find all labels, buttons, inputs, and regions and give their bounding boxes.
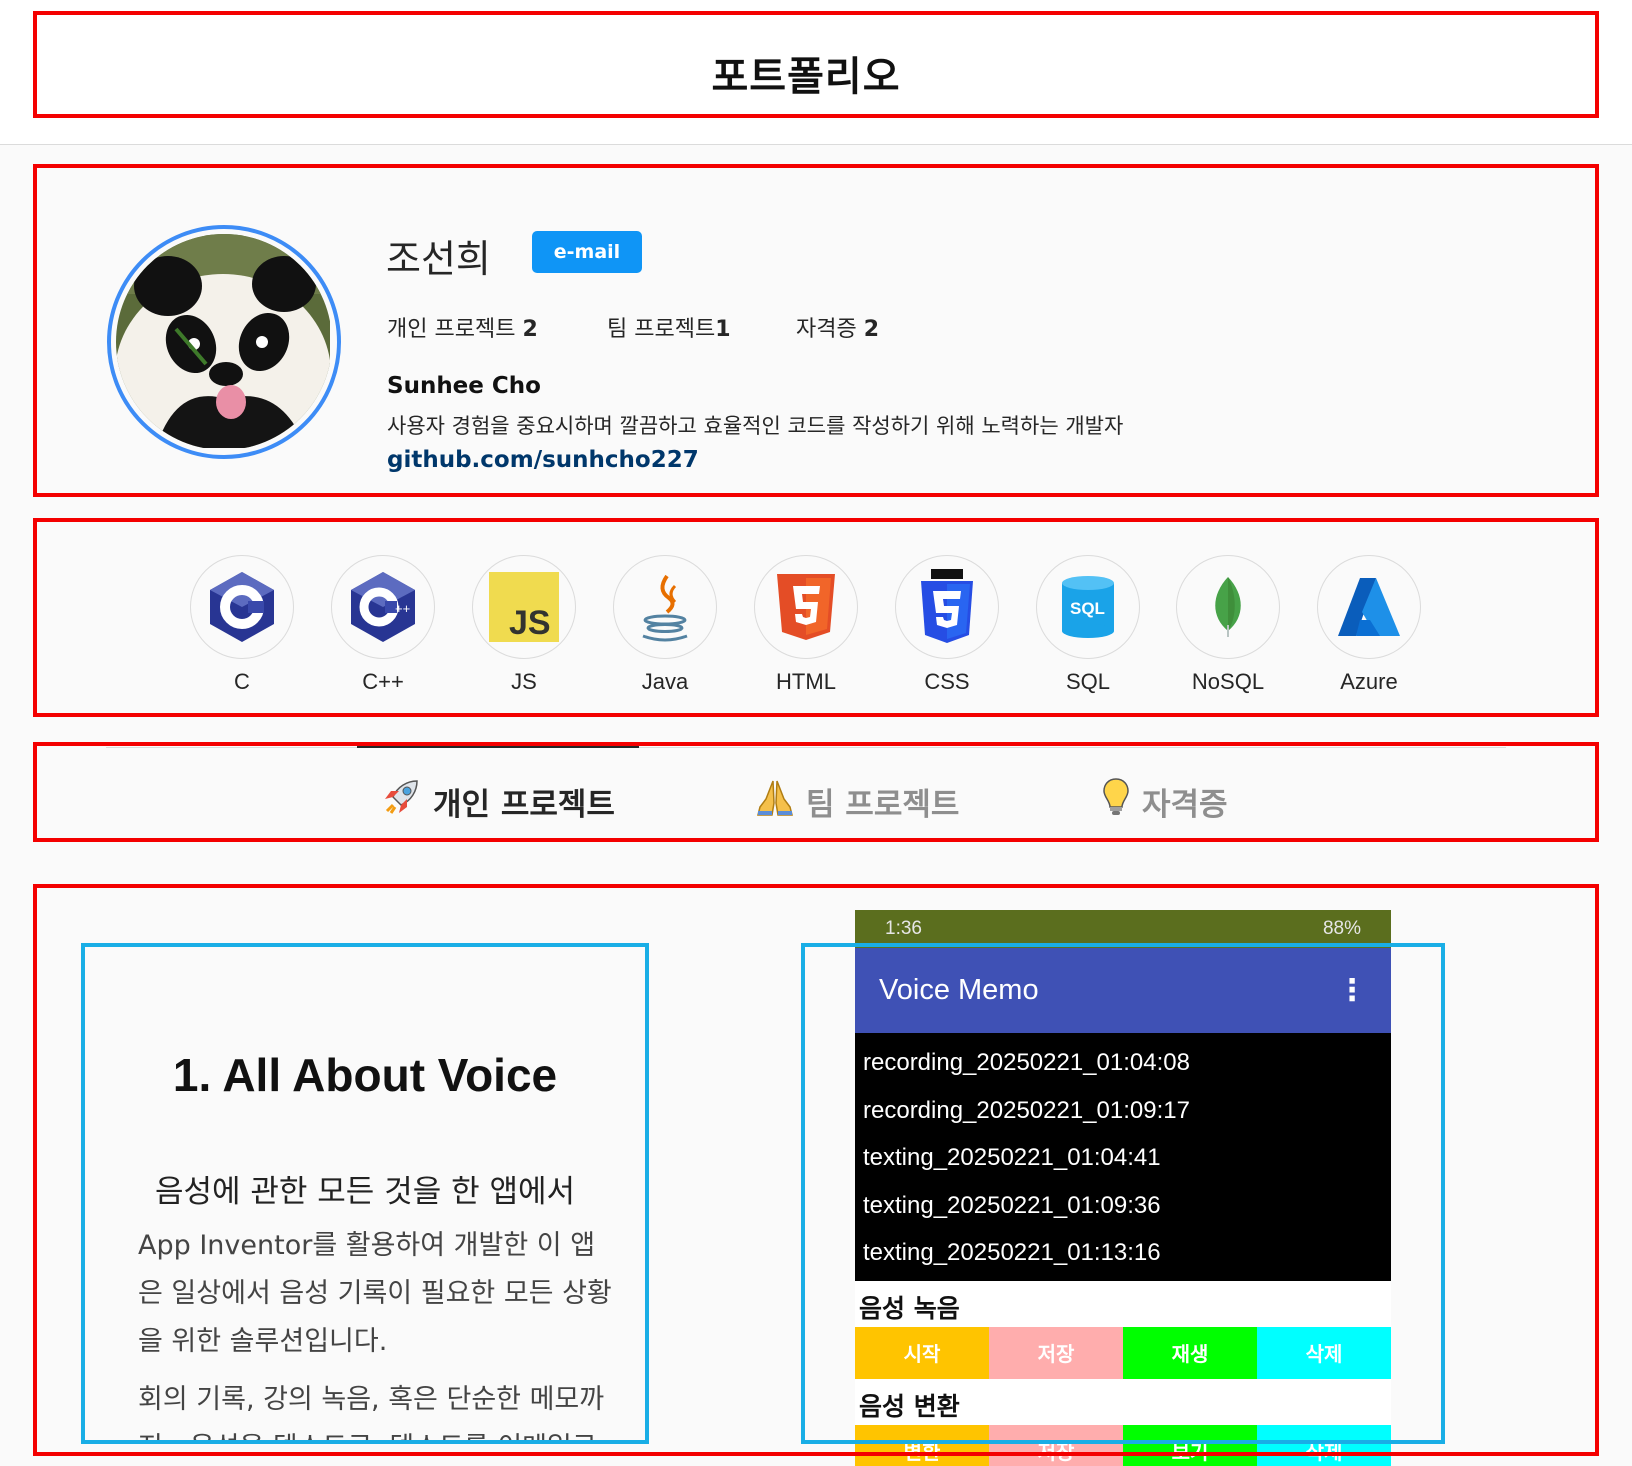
delete-button: 삭제 xyxy=(1257,1424,1391,1466)
tab-divider xyxy=(106,747,1506,748)
project-title: 1. All About Voice xyxy=(172,1049,558,1101)
skill-label: CSS xyxy=(924,669,970,694)
folded-hands-icon xyxy=(756,777,794,825)
skill-css[interactable]: CSS xyxy=(895,555,999,695)
tab-personal-projects[interactable]: 개인 프로젝트 xyxy=(381,777,615,825)
project-description: App Inventor를 활용하여 개발한 이 앱은 일상에서 음성 기록이 … xyxy=(138,1222,618,1442)
java-icon xyxy=(613,555,717,659)
stat-certificates[interactable]: 자격증 2 xyxy=(796,311,879,343)
section-label: 음성 변환 xyxy=(859,1391,960,1421)
skill-label: HTML xyxy=(776,669,836,694)
memo-list: recording_20250221_01:04:08 recording_20… xyxy=(855,1033,1391,1281)
skill-azure[interactable]: Azure xyxy=(1317,555,1421,695)
skill-sql[interactable]: SQL SQL xyxy=(1036,555,1140,695)
svg-text:JS: JS xyxy=(509,604,551,642)
azure-icon xyxy=(1317,555,1421,659)
status-time: 1:36 xyxy=(885,918,922,939)
tab-label: 팀 프로젝트 xyxy=(806,786,960,823)
recording-button-row: 시작 저장 재생 삭제 xyxy=(855,1326,1391,1379)
skill-java[interactable]: Java xyxy=(613,555,717,695)
stat-label: 팀 프로젝트 xyxy=(607,317,716,342)
light-bulb-icon xyxy=(1102,777,1130,825)
app-title: Voice Memo xyxy=(879,974,1039,1006)
svg-text:++: ++ xyxy=(395,601,410,616)
skill-label: JS xyxy=(511,669,537,694)
view-button: 보기 xyxy=(1123,1424,1257,1466)
c-language-icon xyxy=(190,555,294,659)
sql-database-icon: SQL xyxy=(1036,555,1140,659)
tab-label: 개인 프로젝트 xyxy=(433,786,615,823)
tab-active-indicator xyxy=(357,746,639,748)
css3-icon xyxy=(895,555,999,659)
avatar[interactable] xyxy=(107,225,341,459)
list-item: texting_20250221_01:09:36 xyxy=(863,1191,1161,1219)
list-item: texting_20250221_01:13:16 xyxy=(863,1239,1161,1266)
skill-cpp[interactable]: ++ C++ xyxy=(331,555,435,695)
skill-nosql[interactable]: NoSQL xyxy=(1176,555,1280,695)
status-battery: 88% xyxy=(1322,918,1361,939)
tab-label: 자격증 xyxy=(1142,786,1228,823)
profile-full-name: Sunhee Cho xyxy=(387,373,541,399)
project-screenshot: 1:36 88% Voice Memo ⋮ recording_20250221… xyxy=(855,910,1391,1466)
html5-icon xyxy=(754,555,858,659)
skill-label: SQL xyxy=(1065,669,1111,694)
skill-js[interactable]: JS JS xyxy=(472,555,576,695)
list-item: recording_20250221_01:04:08 xyxy=(863,1049,1190,1076)
rocket-icon xyxy=(381,777,421,825)
skill-html[interactable]: HTML xyxy=(754,555,858,695)
skill-label: C++ xyxy=(362,669,404,694)
skill-label: Java xyxy=(641,669,689,694)
panda-photo xyxy=(116,234,332,450)
description-paragraph: App Inventor를 활용하여 개발한 이 앱은 일상에서 음성 기록이 … xyxy=(138,1230,612,1357)
description-paragraph: 회의 기록, 강의 녹음, 혹은 단순한 메모까지 - 음성을 텍스트로, 텍스… xyxy=(138,1384,605,1442)
svg-text:SQL: SQL xyxy=(1070,599,1105,618)
stat-value: 2 xyxy=(863,317,880,342)
save-button: 저장 xyxy=(989,1326,1123,1379)
page-title: 포트폴리오 xyxy=(711,54,901,100)
delete-button: 삭제 xyxy=(1257,1326,1391,1379)
skill-label: C xyxy=(234,669,250,694)
project-subtitle: 음성에 관한 모든 것을 한 앱에서 xyxy=(154,1174,576,1210)
stat-value: 1 xyxy=(715,317,731,342)
profile-bio: 사용자 경험을 중요시하며 깔끔하고 효율적인 코드를 작성하기 위해 노력하는… xyxy=(387,414,1124,438)
app-bar: Voice Memo ⋮ xyxy=(855,948,1391,1033)
javascript-icon: JS xyxy=(472,555,576,659)
stat-label: 개인 프로젝트 xyxy=(387,317,523,342)
cpp-language-icon: ++ xyxy=(331,555,435,659)
list-item: recording_20250221_01:09:17 xyxy=(863,1096,1190,1124)
save-button: 저장 xyxy=(989,1424,1123,1466)
mongodb-leaf-icon xyxy=(1176,555,1280,659)
play-button: 재생 xyxy=(1123,1326,1257,1379)
start-button: 시작 xyxy=(855,1326,989,1379)
convert-button: 변환 xyxy=(855,1424,989,1466)
stat-value: 2 xyxy=(522,317,538,342)
stat-label: 자격증 xyxy=(796,317,864,342)
stat-personal-projects[interactable]: 개인 프로젝트 2 xyxy=(387,311,538,343)
project-description-card: 1. All About Voice 음성에 관한 모든 것을 한 앱에서 Ap… xyxy=(86,948,644,1442)
list-item: texting_20250221_01:04:41 xyxy=(863,1144,1161,1171)
tab-certificates[interactable]: 자격증 xyxy=(1102,777,1228,825)
convert-button-row: 변환 저장 보기 삭제 xyxy=(855,1424,1391,1466)
stat-team-projects[interactable]: 팀 프로젝트1 xyxy=(607,311,731,343)
skill-c[interactable]: C xyxy=(190,555,294,695)
email-button[interactable]: e-mail xyxy=(532,231,642,273)
section-label: 음성 녹음 xyxy=(859,1293,960,1323)
phone-status-bar: 1:36 88% xyxy=(855,910,1391,948)
tab-team-projects[interactable]: 팀 프로젝트 xyxy=(756,777,959,825)
skill-label: Azure xyxy=(1340,669,1398,694)
skill-label: NoSQL xyxy=(1191,669,1265,694)
github-link[interactable]: github.com/sunhcho227 xyxy=(387,447,699,473)
more-options-icon: ⋮ xyxy=(1337,973,1367,1008)
profile-name: 조선희 xyxy=(386,237,491,281)
